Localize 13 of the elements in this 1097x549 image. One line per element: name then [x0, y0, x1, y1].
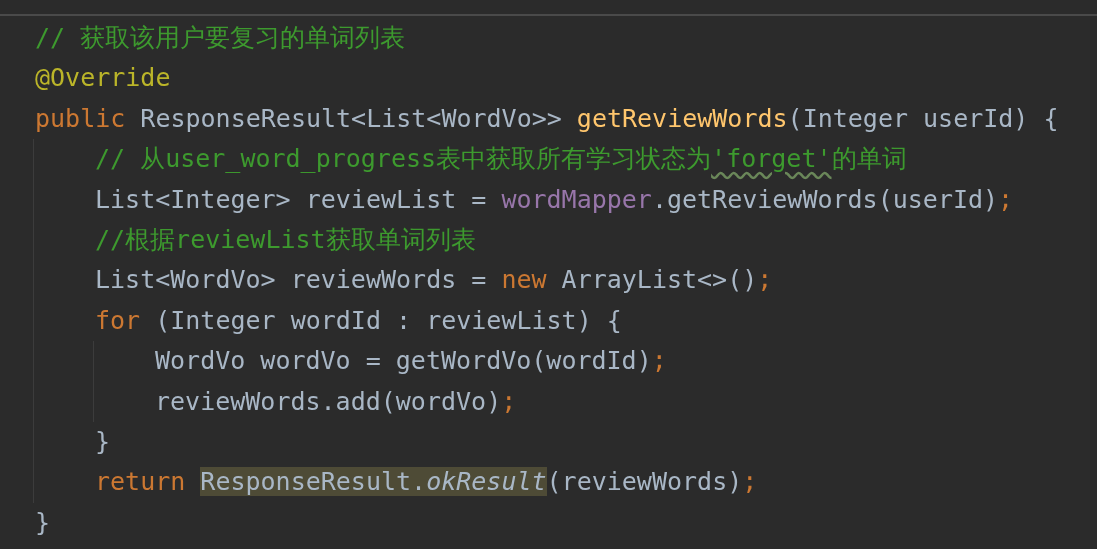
code-line: //根据reviewList获取单词列表 — [95, 223, 476, 256]
code-line: } — [35, 506, 51, 539]
code-line: WordVo wordVo = getWordVo(wordId); — [155, 345, 667, 378]
code-line: // 从user_word_progress表中获取所有学习状态为'forget'的单词 — [95, 143, 907, 176]
code-line: List<WordVo> reviewWords = new ArrayList<>(); — [95, 264, 773, 297]
code-line: public ResponseResult<List<WordVo>> getReviewWords(Integer userId) { — [35, 102, 1059, 135]
code-line: for (Integer wordId : reviewList) { — [95, 304, 622, 337]
code-line: List<Integer> reviewList = wordMapper.getReviewWords(userId); — [95, 183, 1014, 216]
code-line: return ResponseResult.okResult(reviewWords); — [95, 466, 758, 499]
code-line: // 获取该用户要复习的单词列表 — [35, 22, 406, 54]
code-line: @Override — [35, 62, 171, 95]
code-line: } — [95, 425, 111, 458]
code-line: reviewWords.add(wordVo); — [155, 385, 517, 418]
